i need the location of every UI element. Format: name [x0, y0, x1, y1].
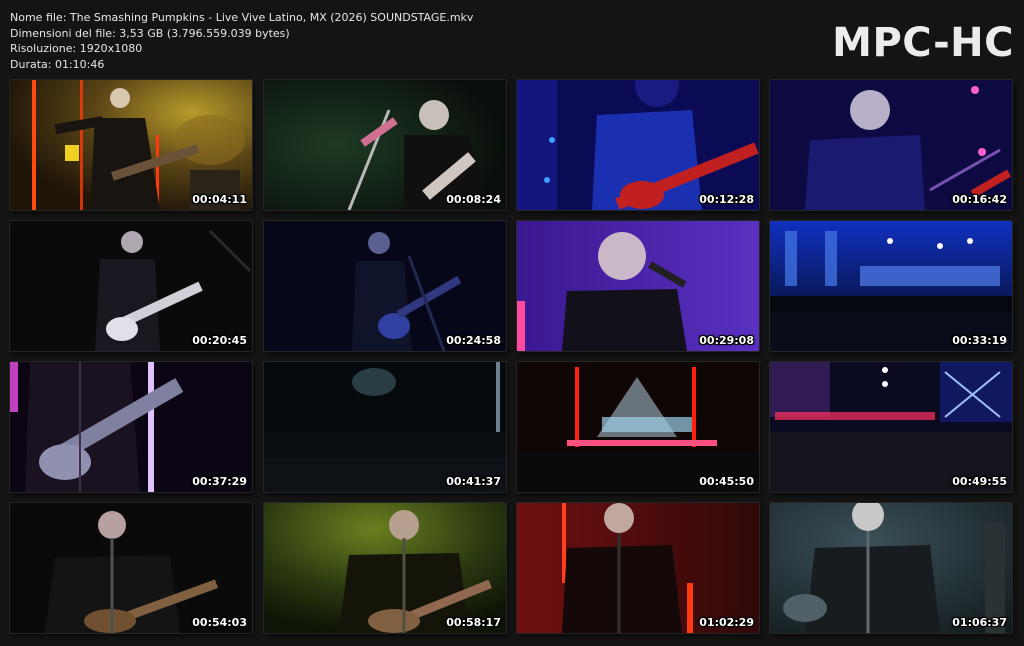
thumbnail-3[interactable]: 00:12:28 — [517, 80, 759, 210]
thumbnail-1[interactable]: 00:04:11 — [10, 80, 252, 210]
timestamp-label: 00:04:11 — [192, 193, 247, 206]
video-frame — [10, 362, 252, 492]
file-duration: Durata: 01:10:46 — [10, 57, 105, 71]
thumbnail-12[interactable]: 00:49:55 — [770, 362, 1012, 492]
video-frame — [264, 503, 506, 633]
video-frame — [770, 362, 1012, 492]
thumbnail-16[interactable]: 01:06:37 — [770, 503, 1012, 633]
video-frame — [517, 362, 759, 492]
thumbnail-11[interactable]: 00:45:50 — [517, 362, 759, 492]
video-frame — [264, 80, 506, 210]
timestamp-label: 00:49:55 — [952, 475, 1007, 488]
thumbnail-8[interactable]: 00:33:19 — [770, 221, 1012, 351]
file-info: Nome file: The Smashing Pumpkins - Live … — [10, 10, 473, 72]
video-frame — [517, 80, 759, 210]
thumbnail-6[interactable]: 00:24:58 — [264, 221, 506, 351]
video-frame — [770, 503, 1012, 633]
video-frame — [517, 503, 759, 633]
timestamp-label: 00:33:19 — [952, 334, 1007, 347]
video-frame — [770, 221, 1012, 351]
timestamp-label: 00:45:50 — [699, 475, 754, 488]
mpc-hc-logo: MPC-HC — [832, 20, 1014, 66]
video-frame — [264, 362, 506, 492]
thumbnail-5[interactable]: 00:20:45 — [10, 221, 252, 351]
video-frame — [517, 221, 759, 351]
video-frame — [10, 80, 252, 210]
timestamp-label: 00:24:58 — [446, 334, 501, 347]
thumbnail-grid: 00:04:11 00:08:24 00:12:28 00:16:42 00:2… — [10, 80, 1014, 634]
video-frame — [770, 80, 1012, 210]
timestamp-label: 00:12:28 — [699, 193, 754, 206]
timestamp-label: 00:58:17 — [446, 616, 501, 629]
thumbnail-13[interactable]: 00:54:03 — [10, 503, 252, 633]
timestamp-label: 01:02:29 — [699, 616, 754, 629]
timestamp-label: 00:29:08 — [699, 334, 754, 347]
file-size: Dimensioni del file: 3,53 GB (3.796.559.… — [10, 26, 290, 40]
thumbnail-2[interactable]: 00:08:24 — [264, 80, 506, 210]
thumbnail-10[interactable]: 00:41:37 — [264, 362, 506, 492]
timestamp-label: 00:20:45 — [192, 334, 247, 347]
video-frame — [10, 503, 252, 633]
timestamp-label: 00:54:03 — [192, 616, 247, 629]
file-name: Nome file: The Smashing Pumpkins - Live … — [10, 11, 474, 24]
thumbnail-4[interactable]: 00:16:42 — [770, 80, 1012, 210]
thumbnail-9[interactable]: 00:37:29 — [10, 362, 252, 492]
video-frame — [264, 221, 506, 351]
timestamp-label: 00:41:37 — [446, 475, 501, 488]
video-frame — [10, 221, 252, 351]
timestamp-label: 01:06:37 — [952, 616, 1007, 629]
timestamp-label: 00:37:29 — [192, 475, 247, 488]
timestamp-label: 00:16:42 — [952, 193, 1007, 206]
thumbnail-7[interactable]: 00:29:08 — [517, 221, 759, 351]
thumbnail-14[interactable]: 00:58:17 — [264, 503, 506, 633]
thumbnail-15[interactable]: 01:02:29 — [517, 503, 759, 633]
timestamp-label: 00:08:24 — [446, 193, 501, 206]
file-resolution: Risoluzione: 1920x1080 — [10, 42, 143, 55]
